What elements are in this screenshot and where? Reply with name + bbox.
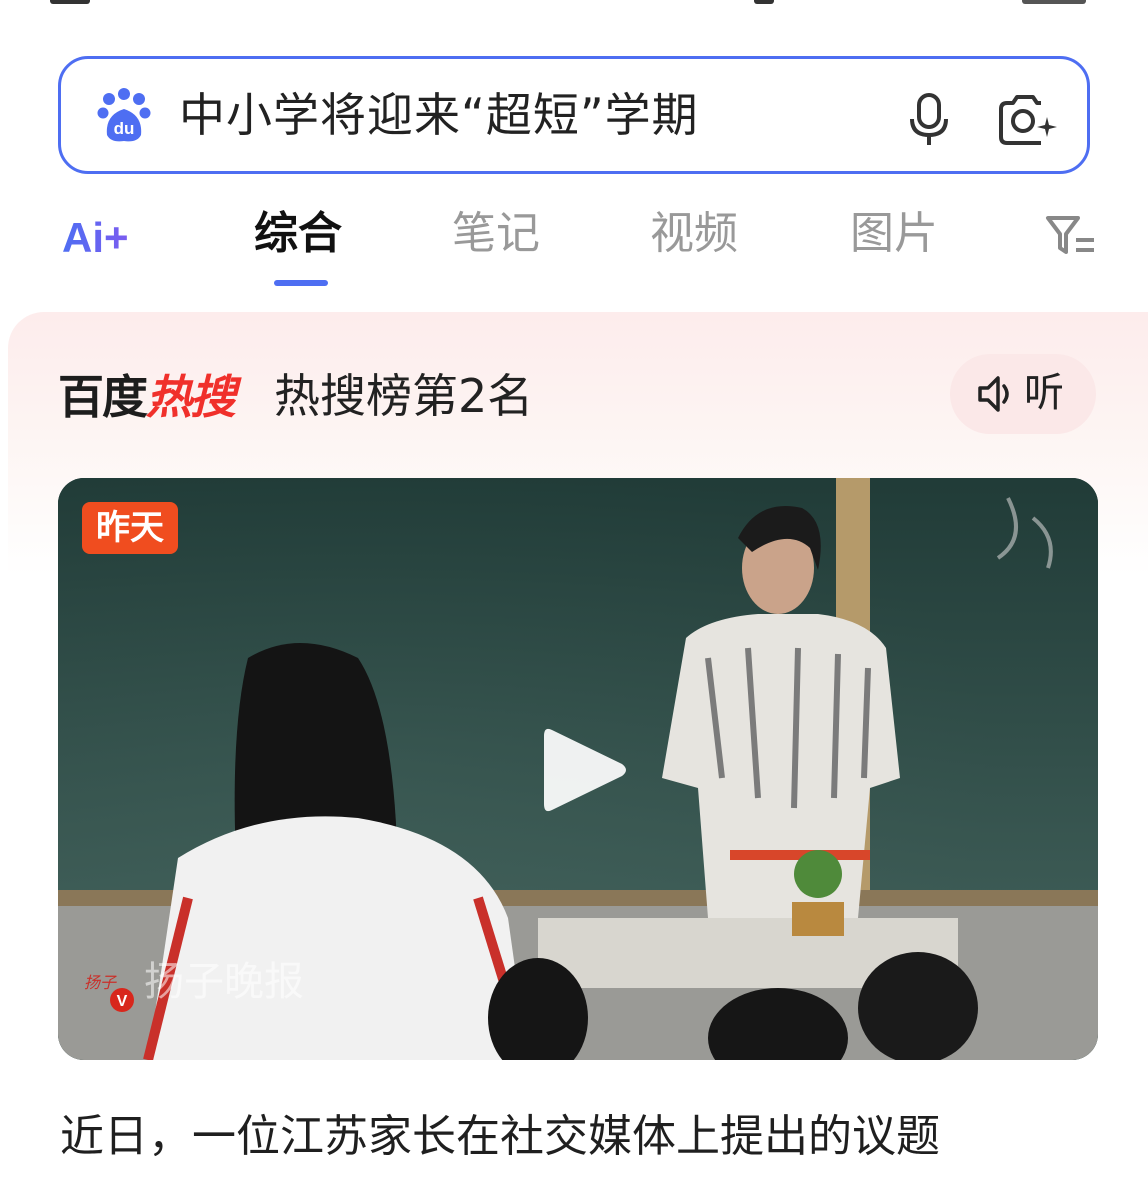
status-bar [0, 0, 1148, 12]
camera-icon[interactable] [995, 93, 1057, 147]
tab-videos[interactable]: 视频 [650, 204, 738, 264]
video-thumbnail[interactable]: 昨天 扬子 V 扬子晚报 [58, 478, 1098, 1060]
ai-assistant-tab[interactable]: Ai+ [62, 212, 158, 262]
tab-images[interactable]: 图片 [850, 204, 938, 264]
hot-search-card: 百度热搜 热搜榜第2名 听 昨天 扬子 V 扬子晚报 近日，一位江苏家长在社交媒… [8, 312, 1148, 1192]
speaker-icon [978, 376, 1009, 412]
search-tabs: Ai+ 综合 笔记 视频 图片 [0, 196, 1148, 296]
listen-label: 听 [1024, 370, 1064, 416]
search-box[interactable]: du 中小学将迎来“超短”学期 [58, 56, 1090, 174]
svg-text:V: V [117, 993, 128, 1010]
tab-comprehensive[interactable]: 综合 [254, 204, 342, 264]
search-input[interactable]: 中小学将迎来“超短”学期 [179, 85, 699, 145]
svg-text:du: du [114, 119, 135, 138]
baidu-logo-icon: du [97, 88, 151, 142]
listen-button[interactable]: 听 [950, 354, 1096, 434]
svg-text:Ai+: Ai+ [62, 214, 129, 261]
baidu-hot-search-logo: 百度热搜 [58, 370, 236, 424]
tab-notes[interactable]: 笔记 [452, 204, 540, 264]
hot-rank-label: 热搜榜第2名 [274, 369, 534, 423]
date-badge: 昨天 [82, 502, 178, 554]
active-tab-indicator [274, 280, 328, 286]
source-watermark: 扬子晚报 [144, 959, 304, 1005]
microphone-icon[interactable] [909, 93, 949, 147]
filter-icon[interactable] [1044, 214, 1100, 258]
article-snippet[interactable]: 近日，一位江苏家长在社交媒体上提出的议题 [60, 1106, 940, 1168]
svg-text:扬子: 扬子 [84, 973, 117, 992]
yangtse-evening-logo-icon: 扬子 V [84, 973, 134, 1012]
play-icon[interactable] [540, 722, 630, 818]
